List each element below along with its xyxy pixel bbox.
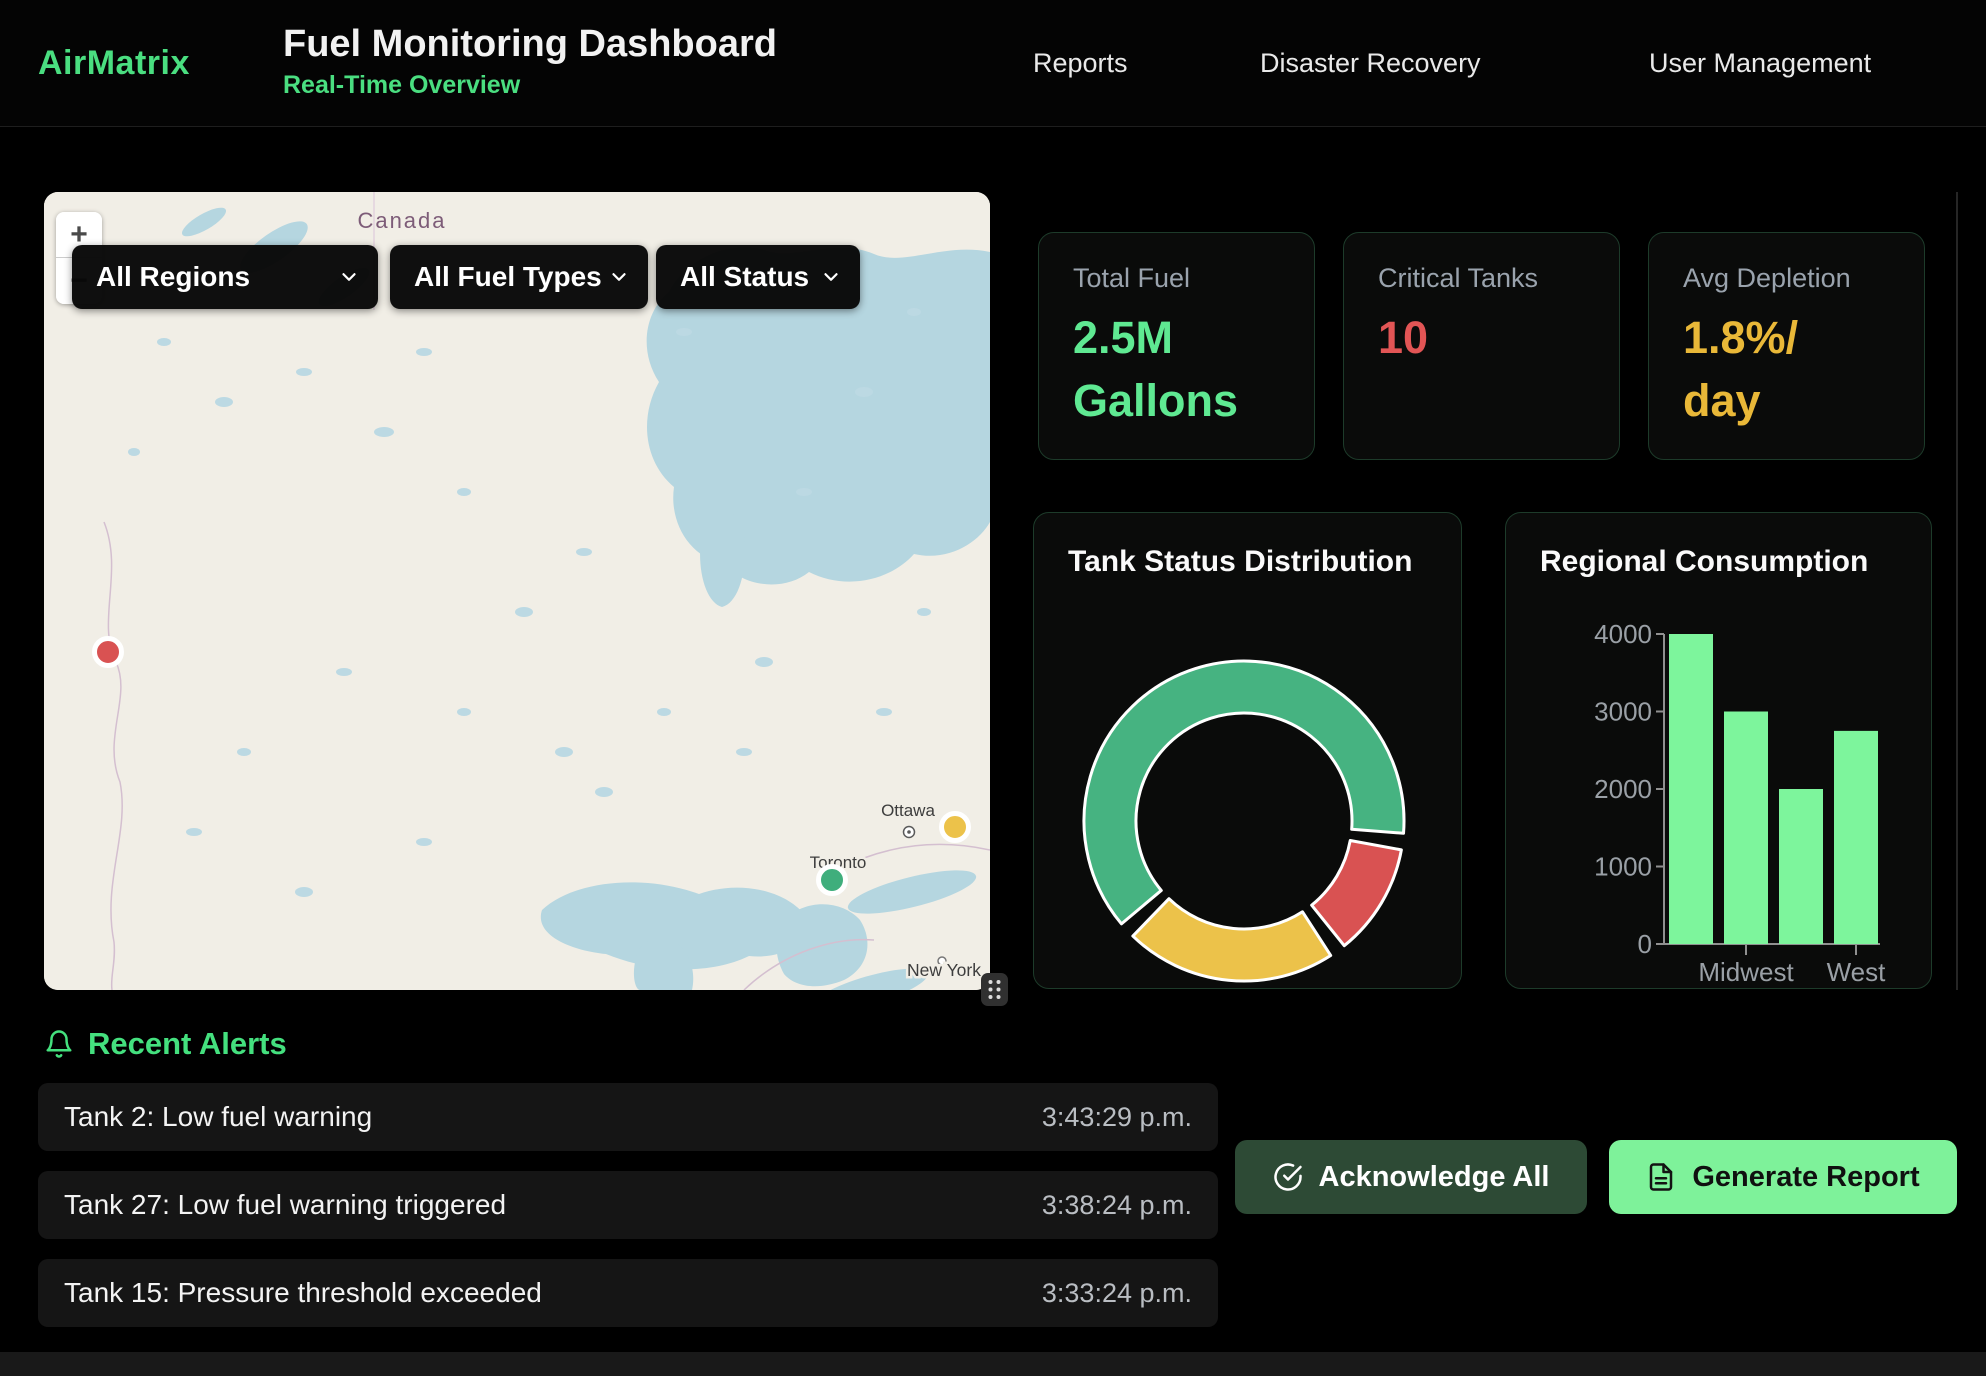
svg-text:3000: 3000 bbox=[1594, 697, 1652, 727]
tank-status-donut-chart bbox=[1034, 513, 1463, 990]
title-block: Fuel Monitoring Dashboard Real-Time Over… bbox=[283, 21, 777, 100]
recent-alerts-heading: Recent Alerts bbox=[44, 1022, 287, 1066]
map-label-ottawa: Ottawa bbox=[881, 801, 935, 820]
tank-marker-critical[interactable] bbox=[95, 639, 122, 666]
stat-card-critical-tanks: Critical Tanks 10 bbox=[1343, 232, 1620, 460]
nav-disaster-recovery[interactable]: Disaster Recovery bbox=[1260, 0, 1481, 127]
tank-marker-warning[interactable] bbox=[942, 814, 969, 841]
alert-row: Tank 27: Low fuel warning triggered 3:38… bbox=[38, 1171, 1218, 1239]
nav-reports[interactable]: Reports bbox=[1033, 0, 1128, 127]
region-filter-select[interactable]: All Regions bbox=[72, 245, 378, 309]
bottom-bar bbox=[0, 1352, 1986, 1376]
stat-value: 10 bbox=[1378, 306, 1585, 369]
stat-value: 2.5MGallons bbox=[1073, 306, 1280, 432]
app-logo: AirMatrix bbox=[38, 0, 190, 127]
alert-text: Tank 15: Pressure threshold exceeded bbox=[64, 1277, 542, 1309]
regional-consumption-card: Regional Consumption 01000200030004000Mi… bbox=[1505, 512, 1932, 989]
regional-consumption-bar-chart: 0 1000 2000 3000 4000 Midwest West bbox=[1506, 513, 1933, 990]
tank-status-card: Tank Status Distribution bbox=[1033, 512, 1462, 989]
recent-alerts-label: Recent Alerts bbox=[88, 1026, 287, 1062]
alert-text: Tank 2: Low fuel warning bbox=[64, 1101, 372, 1133]
fuel-type-filter-select[interactable]: All Fuel Types bbox=[390, 245, 648, 309]
generate-report-button[interactable]: Generate Report bbox=[1609, 1140, 1957, 1214]
nav-user-management[interactable]: User Management bbox=[1649, 0, 1871, 127]
region-filter-value: All Regions bbox=[96, 261, 250, 293]
chevron-down-icon bbox=[608, 266, 630, 288]
alert-time: 3:33:24 p.m. bbox=[1042, 1278, 1192, 1309]
svg-text:0: 0 bbox=[1638, 929, 1652, 959]
alert-row: Tank 15: Pressure threshold exceeded 3:3… bbox=[38, 1259, 1218, 1327]
stat-card-total-fuel: Total Fuel 2.5MGallons bbox=[1038, 232, 1315, 460]
alert-row: Tank 2: Low fuel warning 3:43:29 p.m. bbox=[38, 1083, 1218, 1151]
tank-marker-normal[interactable] bbox=[819, 867, 846, 894]
stat-card-avg-depletion: Avg Depletion 1.8%/day bbox=[1648, 232, 1925, 460]
page-title: Fuel Monitoring Dashboard bbox=[283, 21, 777, 67]
map-canvas[interactable]: Canada Ottawa Toronto New York bbox=[44, 192, 990, 990]
content-edge-divider bbox=[1956, 192, 1958, 990]
chevron-down-icon bbox=[338, 266, 360, 288]
ottawa-city-icon bbox=[904, 827, 915, 838]
page-subtitle: Real-Time Overview bbox=[283, 71, 777, 100]
svg-text:2000: 2000 bbox=[1594, 774, 1652, 804]
stat-label: Avg Depletion bbox=[1683, 263, 1890, 294]
generate-report-label: Generate Report bbox=[1692, 1161, 1919, 1194]
bell-icon bbox=[44, 1029, 74, 1059]
file-text-icon bbox=[1646, 1162, 1676, 1192]
acknowledge-all-button[interactable]: Acknowledge All bbox=[1235, 1140, 1587, 1214]
header: AirMatrix Fuel Monitoring Dashboard Real… bbox=[0, 0, 1986, 127]
stat-value: 1.8%/day bbox=[1683, 306, 1890, 432]
map-label-newyork: New York bbox=[907, 960, 981, 980]
acknowledge-all-label: Acknowledge All bbox=[1319, 1161, 1550, 1194]
dashboard: AirMatrix Fuel Monitoring Dashboard Real… bbox=[0, 0, 1986, 1376]
svg-text:1000: 1000 bbox=[1594, 852, 1652, 882]
map-label-canada: Canada bbox=[357, 208, 446, 233]
status-filter-select[interactable]: All Status bbox=[656, 245, 860, 309]
alert-time: 3:38:24 p.m. bbox=[1042, 1190, 1192, 1221]
chevron-down-icon bbox=[820, 266, 842, 288]
svg-text:4000: 4000 bbox=[1594, 619, 1652, 649]
alert-text: Tank 27: Low fuel warning triggered bbox=[64, 1189, 506, 1221]
drag-handle-icon[interactable] bbox=[981, 973, 1008, 1006]
fuel-type-filter-value: All Fuel Types bbox=[414, 261, 602, 293]
svg-text:Midwest: Midwest bbox=[1698, 957, 1794, 987]
alert-time: 3:43:29 p.m. bbox=[1042, 1102, 1192, 1133]
svg-text:West: West bbox=[1827, 957, 1887, 987]
stat-label: Total Fuel bbox=[1073, 263, 1280, 294]
status-filter-value: All Status bbox=[680, 261, 809, 293]
map-panel[interactable]: Canada Ottawa Toronto New York + − All R… bbox=[44, 192, 990, 990]
check-circle-icon bbox=[1273, 1162, 1303, 1192]
stat-label: Critical Tanks bbox=[1378, 263, 1585, 294]
